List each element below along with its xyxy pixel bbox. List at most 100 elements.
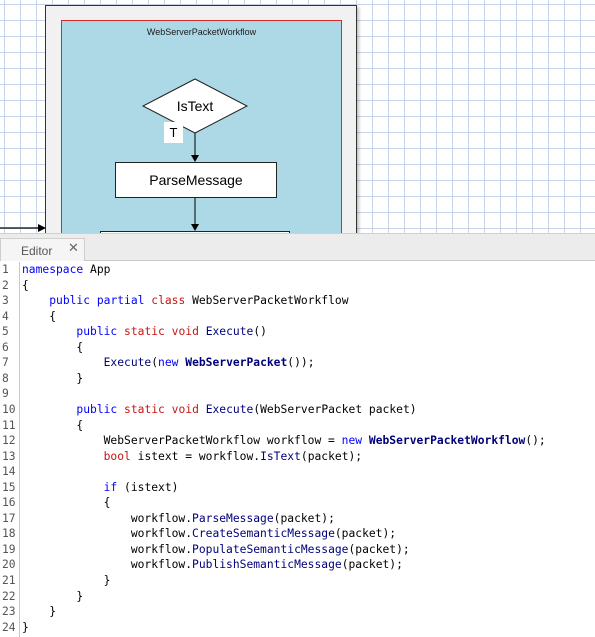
workflow-body[interactable]: WebServerPacketWorkflow IsText T ParseMe… [61, 20, 342, 233]
arrowhead-icon [191, 155, 199, 162]
code-line[interactable]: 10 public static void Execute(WebServerP… [0, 402, 595, 418]
code-line[interactable]: 15 if (istext) [0, 480, 595, 496]
line-number: 9 [2, 387, 9, 401]
code-line[interactable]: 4 { [0, 309, 595, 325]
line-number: 15 [2, 480, 16, 494]
code-line[interactable]: 20 workflow.PublishSemanticMessage(packe… [0, 557, 595, 573]
line-number: 23 [2, 605, 16, 619]
code-token: WebServerPacketWorkflow [185, 294, 349, 308]
code-token: static [124, 325, 165, 339]
code-line[interactable]: 6 { [0, 340, 595, 356]
code-token: { [22, 418, 84, 432]
flow-connectors: IsText [141, 78, 249, 231]
code-token: (packet); [273, 511, 335, 525]
code-token: { [22, 309, 57, 323]
code-token: (packet); [348, 542, 410, 556]
arrowhead-icon [191, 224, 199, 231]
code-token: (); [525, 434, 546, 448]
process-node-parse-message[interactable]: ParseMessage [115, 162, 277, 198]
code-text: if (istext) [22, 480, 179, 496]
code-token: } [22, 589, 84, 603]
code-line[interactable]: 3 public partial class WebServerPacketWo… [0, 293, 595, 309]
designer-canvas[interactable]: WebServerPacketWorkflow IsText T ParseMe… [0, 0, 595, 233]
code-line[interactable]: 5 public static void Execute() [0, 324, 595, 340]
line-number: 17 [2, 511, 16, 525]
line-number: 4 [2, 309, 9, 323]
code-token: } [22, 371, 84, 385]
line-number: 21 [2, 574, 16, 587]
line-number: 13 [2, 449, 16, 463]
code-text: } [22, 604, 56, 620]
code-token: } [22, 620, 29, 634]
code-line[interactable]: 7 Execute(new WebServerPacket()); [0, 355, 595, 371]
code-token: { [22, 340, 84, 354]
code-token: workflow. [22, 542, 193, 556]
code-line[interactable]: 23 } [0, 604, 595, 620]
line-number: 19 [2, 542, 16, 556]
workflow-container[interactable]: WebServerPacketWorkflow IsText T ParseMe… [45, 5, 357, 233]
code-token: ()); [287, 356, 315, 370]
line-number: 14 [2, 465, 16, 479]
code-editor[interactable]: 1 namespace App 2{3 public partial class W… [0, 262, 595, 637]
code-line[interactable]: 13 bool istext = workflow.IsText(packet)… [0, 449, 595, 465]
code-line[interactable]: 14 [0, 464, 595, 480]
decision-label: IsText [177, 98, 214, 114]
code-text: public static void Execute(WebServerPack… [22, 402, 416, 418]
code-token: bool [103, 449, 131, 463]
code-text: workflow.CreateSemanticMessage(packet); [22, 526, 396, 542]
line-number: 6 [2, 340, 9, 354]
code-line[interactable]: 18 workflow.CreateSemanticMessage(packet… [0, 526, 595, 542]
line-number: 18 [2, 527, 16, 541]
code-text: { [22, 495, 111, 511]
code-token: void [171, 402, 199, 416]
code-text: namespace App [22, 262, 110, 278]
code-line[interactable]: 24} [0, 620, 595, 636]
code-line[interactable]: 11 { [0, 418, 595, 434]
editor-tab-bar: Editor ✕ [0, 233, 595, 261]
code-token: ParseMessage [192, 511, 274, 525]
code-line[interactable]: 8 } [0, 371, 595, 387]
code-line[interactable]: 12 WebServerPacketWorkflow workflow = ne… [0, 433, 595, 449]
line-number: 1 [2, 263, 9, 276]
code-token: class [151, 294, 186, 308]
code-token: namespace [22, 263, 84, 276]
code-token: static [124, 402, 165, 416]
code-line[interactable]: 17 workflow.ParseMessage(packet); [0, 511, 595, 527]
code-line[interactable]: 22 } [0, 589, 595, 605]
code-text: bool istext = workflow.IsText(packet); [22, 449, 362, 465]
code-line[interactable]: 2{ [0, 278, 595, 294]
code-token: partial [96, 294, 145, 308]
code-text: workflow.PopulateSemanticMessage(packet)… [22, 542, 410, 558]
code-line[interactable]: 9 [0, 386, 595, 402]
code-text: public static void Execute() [22, 324, 267, 340]
code-token: new [341, 434, 363, 448]
code-token: workflow. [22, 558, 193, 572]
close-icon[interactable]: ✕ [68, 241, 79, 256]
code-token: if [103, 480, 118, 494]
code-token: (packet); [300, 449, 363, 463]
code-token: new [158, 356, 179, 370]
code-line[interactable]: 21 } [0, 573, 595, 589]
code-line[interactable]: 1 namespace App [0, 262, 595, 278]
code-text: workflow.ParseMessage(packet); [22, 511, 335, 527]
line-number: 2 [2, 278, 9, 292]
code-line[interactable]: 16 { [0, 495, 595, 511]
code-line[interactable]: 19 workflow.PopulateSemanticMessage(pack… [0, 542, 595, 558]
tab-editor[interactable]: Editor ✕ [0, 238, 85, 261]
code-token: public [76, 325, 118, 339]
code-token: Execute [103, 356, 152, 370]
line-number: 12 [2, 434, 16, 448]
code-text: WebServerPacketWorkflow workflow = new W… [22, 433, 546, 449]
arrowhead-icon [38, 224, 46, 232]
code-token: public [76, 402, 118, 416]
line-number: 16 [2, 496, 16, 510]
